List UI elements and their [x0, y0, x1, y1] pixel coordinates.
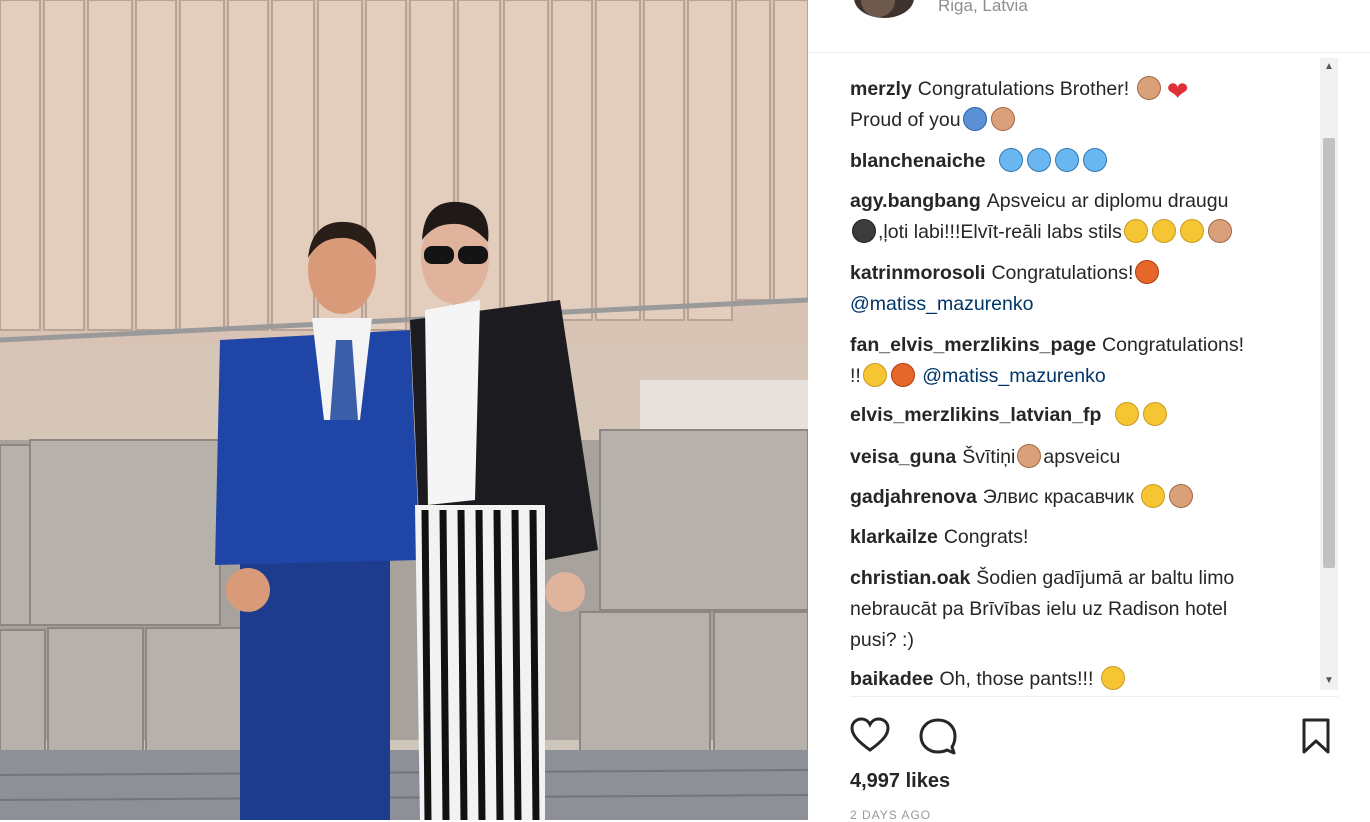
comment-username[interactable]: baikadee	[850, 668, 933, 690]
like-button[interactable]	[848, 714, 892, 758]
comment-item: fan_elvis_merzlikins_page Congratulations…	[850, 330, 1320, 392]
comment-text: Šodien gadījumā ar baltu limo	[976, 567, 1235, 589]
scroll-up-arrow-icon[interactable]: ▲	[1320, 58, 1338, 76]
post-photo[interactable]	[0, 0, 808, 820]
comment-username[interactable]: christian.oak	[850, 567, 970, 589]
comment-item: klarkailze Congrats!	[850, 522, 1320, 553]
scream-emoji-icon	[1026, 148, 1051, 172]
post-actions	[808, 706, 1370, 762]
comment-text-line2: !!	[850, 365, 861, 387]
fist-emoji-icon	[1136, 76, 1161, 100]
comment-text: Congratulations!	[991, 262, 1134, 284]
comment-username[interactable]: gadjahrenova	[850, 486, 977, 508]
heart-outline-icon	[850, 717, 890, 752]
medal-emoji-icon	[962, 107, 987, 131]
scroll-down-arrow-icon[interactable]: ▼	[1320, 672, 1338, 690]
comment-text-line2: ,ļoti labi!!!Elvīt-reāli labs stils	[878, 221, 1122, 243]
comment-text: Congratulations!	[1102, 334, 1245, 356]
collision-emoji-icon	[1135, 260, 1160, 284]
scream-emoji-icon	[1082, 148, 1107, 172]
comment-mention[interactable]: @matiss_mazurenko	[922, 365, 1105, 387]
comment-text-line2: Proud of you	[850, 109, 961, 131]
bookmark-icon	[1302, 718, 1330, 754]
party-emoji-icon	[1179, 219, 1204, 243]
comment-item: gadjahrenova Элвис красавчик	[850, 482, 1320, 513]
comment-text: Congrats!	[943, 526, 1029, 548]
graduation-cap-emoji-icon	[852, 219, 876, 243]
ok-hand-emoji-icon	[1017, 444, 1042, 468]
sun-emoji-icon	[1142, 402, 1167, 426]
comment-item: christian.oak Šodien gadījumā ar baltu li…	[850, 563, 1320, 656]
comment-button[interactable]	[916, 714, 960, 758]
sunglasses-emoji-icon	[1151, 219, 1176, 243]
comment-item: katrinmorosoli Congratulations! @matiss_m…	[850, 258, 1320, 320]
comment-list[interactable]: merzly Congratulations Brother! ❤ Proud o…	[808, 52, 1338, 694]
comment-username[interactable]: klarkailze	[850, 526, 938, 548]
collision-emoji-icon	[890, 363, 915, 387]
scrollbar-thumb[interactable]	[1323, 138, 1335, 568]
comment-username[interactable]: veisa_guna	[850, 446, 956, 468]
scream-emoji-icon	[998, 148, 1023, 172]
comment-item: baikadee Oh, those pants!!!	[850, 664, 1320, 694]
ok-hand-emoji-icon	[990, 107, 1015, 131]
comments-scrollbar[interactable]: ▲ ▼	[1320, 58, 1338, 690]
comment-text: Oh, those pants!!!	[939, 668, 1094, 690]
muscle-emoji-icon	[862, 363, 887, 387]
grin-emoji-icon	[1141, 484, 1166, 508]
comment-item: merzly Congratulations Brother! ❤ Proud o…	[850, 74, 1320, 136]
heart-eyes-emoji-icon	[1100, 666, 1125, 690]
grin-emoji-icon	[1123, 219, 1148, 243]
save-button[interactable]	[1294, 714, 1338, 758]
scream-emoji-icon	[1054, 148, 1079, 172]
divider	[850, 696, 1338, 697]
comment-username[interactable]: katrinmorosoli	[850, 262, 985, 284]
comment-item: elvis_merzlikins_latvian_fp	[850, 400, 1320, 431]
photo-illustration	[0, 0, 808, 820]
comment-item: agy.bangbang Apsveicu ar diplomu draugu ,…	[850, 186, 1320, 248]
comment-text: Švītiņi	[962, 446, 1016, 468]
post-location[interactable]: Riga, Latvia	[938, 0, 1028, 16]
comment-text: Элвис красавчик	[982, 486, 1134, 508]
ok-hand-emoji-icon	[1169, 484, 1194, 508]
comment-bubble-icon	[919, 718, 957, 755]
thumbs-up-emoji-icon	[1207, 219, 1232, 243]
avatar[interactable]	[854, 0, 914, 18]
comment-item: veisa_guna Švītiņi apsveicu	[850, 442, 1320, 473]
clap-emoji-icon	[1114, 402, 1139, 426]
comment-text-line2: nebraucāt pa Brīvības ielu uz Radison ho…	[850, 598, 1228, 620]
post-side-panel: Riga, Latvia merzly Congratulations Broth…	[808, 0, 1370, 822]
comment-username[interactable]: elvis_merzlikins_latvian_fp	[850, 404, 1101, 426]
comment-text-after: apsveicu	[1043, 446, 1121, 468]
comment-username[interactable]: fan_elvis_merzlikins_page	[850, 334, 1096, 356]
comment-text: Congratulations Brother!	[917, 78, 1130, 100]
post-header: Riga, Latvia	[808, 0, 1370, 53]
comment-text-line3: pusi? :)	[850, 629, 914, 651]
comment-username[interactable]: blanchenaiche	[850, 150, 985, 172]
comment-mention[interactable]: @matiss_mazurenko	[850, 293, 1033, 315]
comment-text: Apsveicu ar diplomu draugu	[986, 190, 1229, 212]
comment-username[interactable]: merzly	[850, 78, 912, 100]
likes-count[interactable]: 4,997 likes	[850, 770, 950, 793]
comment-username[interactable]: agy.bangbang	[850, 190, 981, 212]
heart-emoji-icon: ❤	[1166, 76, 1189, 106]
comment-item: blanchenaiche	[850, 146, 1320, 177]
